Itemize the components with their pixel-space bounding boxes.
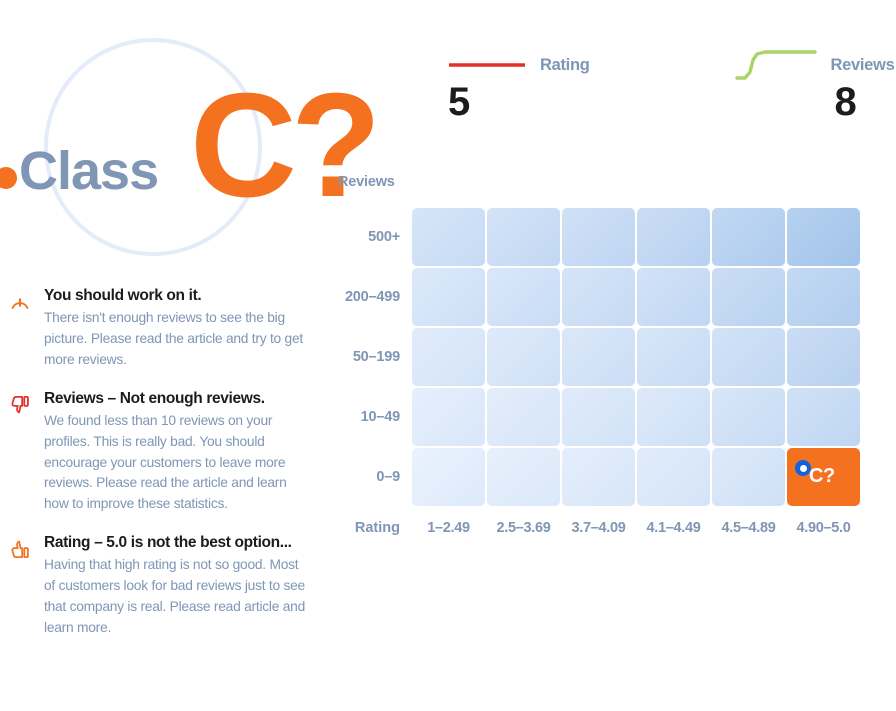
heatmap-row: 50–199 bbox=[330, 328, 862, 386]
advice-icon-slot bbox=[10, 389, 34, 516]
heatmap-row-label: 50–199 bbox=[352, 349, 400, 365]
heatmap-row: 10–49 bbox=[330, 388, 862, 446]
heatmap-cell[interactable] bbox=[712, 268, 785, 326]
heatmap-col-label: 2.5–3.69 bbox=[496, 520, 551, 536]
heatmap-cell[interactable] bbox=[712, 328, 785, 386]
heatmap: 500+ 200–499 50–199 10–49 0–9 C? Rating … bbox=[330, 208, 862, 536]
heatmap-cell[interactable] bbox=[787, 388, 860, 446]
heatmap-cell[interactable] bbox=[712, 208, 785, 266]
heatmap-cell[interactable] bbox=[412, 328, 485, 386]
heatmap-cell[interactable] bbox=[412, 208, 485, 266]
heatmap-cell[interactable] bbox=[637, 448, 710, 506]
heatmap-col-label: 1–2.49 bbox=[427, 520, 470, 536]
stat-rating: Rating 5 bbox=[448, 52, 590, 124]
heatmap-cell[interactable] bbox=[487, 328, 560, 386]
gauge-icon bbox=[11, 298, 29, 309]
stats-legend: Rating 5 Reviews per profile 8 bbox=[448, 50, 896, 124]
heatmap-cell[interactable] bbox=[787, 208, 860, 266]
heatmap-cell[interactable] bbox=[412, 268, 485, 326]
advice-list: You should work on it. There isn't enoug… bbox=[0, 286, 320, 657]
stat-rating-value: 5 bbox=[448, 80, 470, 124]
heatmap-x-axis: Rating 1–2.49 2.5–3.69 3.7–4.09 4.1–4.49… bbox=[330, 520, 862, 536]
heatmap-row-label: 200–499 bbox=[344, 289, 400, 305]
heatmap-col-label: 3.7–4.09 bbox=[571, 520, 626, 536]
heatmap-cell[interactable] bbox=[487, 388, 560, 446]
heatmap-row: 0–9 C? bbox=[330, 448, 862, 506]
thumbs-down-icon bbox=[11, 395, 29, 414]
heatmap-row-label: 0–9 bbox=[376, 469, 400, 485]
stat-rating-label: Rating bbox=[540, 55, 590, 74]
heatmap-row-label: 500+ bbox=[368, 229, 400, 245]
heatmap-cell[interactable] bbox=[637, 388, 710, 446]
heatmap-cell[interactable] bbox=[412, 448, 485, 506]
stat-reviews-label: Reviews per profile bbox=[830, 55, 896, 74]
heatmap-cell[interactable] bbox=[712, 448, 785, 506]
stat-reviews-value: 8 bbox=[834, 80, 857, 124]
advice-icon-slot bbox=[10, 533, 34, 639]
heatmap-row-label: 10–49 bbox=[360, 409, 401, 425]
heatmap-cell[interactable] bbox=[712, 388, 785, 446]
advice-item-rating: Rating – 5.0 is not the best option... H… bbox=[0, 533, 320, 657]
heatmap-cell[interactable] bbox=[637, 328, 710, 386]
report-page: Class C? Rating 5 Reviews per profile 8 bbox=[0, 0, 896, 711]
heatmap-cell[interactable] bbox=[562, 328, 635, 386]
advice-text: Having that high rating is not so good. … bbox=[44, 557, 306, 636]
heatmap-cell-grade-label: C? bbox=[809, 465, 835, 487]
grade-badge: C? bbox=[190, 63, 381, 228]
heatmap-cell[interactable] bbox=[562, 208, 635, 266]
heatmap-col-label: 4.90–5.0 bbox=[796, 520, 851, 536]
advice-icon-slot bbox=[10, 286, 34, 371]
advice-text: There isn't enough reviews to see the bi… bbox=[44, 309, 303, 367]
heatmap-cell[interactable] bbox=[637, 268, 710, 326]
reviews-sparkline-icon bbox=[734, 50, 817, 80]
heatmap-col-label: 4.5–4.89 bbox=[721, 520, 776, 536]
heatmap-cell[interactable] bbox=[487, 448, 560, 506]
stat-reviews-per-profile: Reviews per profile 8 bbox=[734, 50, 896, 124]
heatmap-cell[interactable] bbox=[487, 208, 560, 266]
heatmap-cell[interactable] bbox=[562, 388, 635, 446]
stat-reviews-head: Reviews per profile bbox=[734, 50, 896, 80]
rating-sparkline-icon bbox=[449, 63, 525, 67]
advice-title: Rating – 5.0 is not the best option... bbox=[44, 534, 292, 552]
heatmap-cell[interactable] bbox=[562, 448, 635, 506]
heatmap-cell[interactable] bbox=[637, 208, 710, 266]
hero-dot-decoration bbox=[0, 167, 17, 189]
advice-body: Reviews – Not enough reviews. We found l… bbox=[44, 389, 310, 516]
heatmap-row: 200–499 bbox=[330, 268, 862, 326]
heatmap-cell[interactable] bbox=[787, 268, 860, 326]
heatmap-x-axis-title: Rating bbox=[354, 520, 400, 536]
advice-text: We found less than 10 reviews on your pr… bbox=[44, 412, 287, 512]
heatmap-col-label: 4.1–4.49 bbox=[646, 520, 701, 536]
heatmap-cell[interactable] bbox=[562, 268, 635, 326]
stat-rating-head: Rating bbox=[448, 52, 590, 78]
advice-item-reviews: Reviews – Not enough reviews. We found l… bbox=[0, 389, 320, 534]
heatmap-y-axis-title: Reviews bbox=[338, 174, 395, 190]
heatmap-cell[interactable] bbox=[487, 268, 560, 326]
advice-body: Rating – 5.0 is not the best option... H… bbox=[44, 533, 310, 639]
advice-item-work-on-it: You should work on it. There isn't enoug… bbox=[0, 286, 320, 389]
heatmap-cell[interactable] bbox=[787, 328, 860, 386]
page-title: Class bbox=[19, 141, 159, 201]
advice-title: Reviews – Not enough reviews. bbox=[44, 389, 265, 407]
advice-body: You should work on it. There isn't enoug… bbox=[44, 286, 310, 371]
heatmap-cell[interactable] bbox=[412, 388, 485, 446]
thumbs-up-icon bbox=[11, 541, 29, 559]
heatmap-row: 500+ bbox=[330, 208, 862, 266]
heatmap-cell-highlighted[interactable]: C? bbox=[787, 448, 860, 506]
advice-title: You should work on it. bbox=[44, 287, 202, 304]
